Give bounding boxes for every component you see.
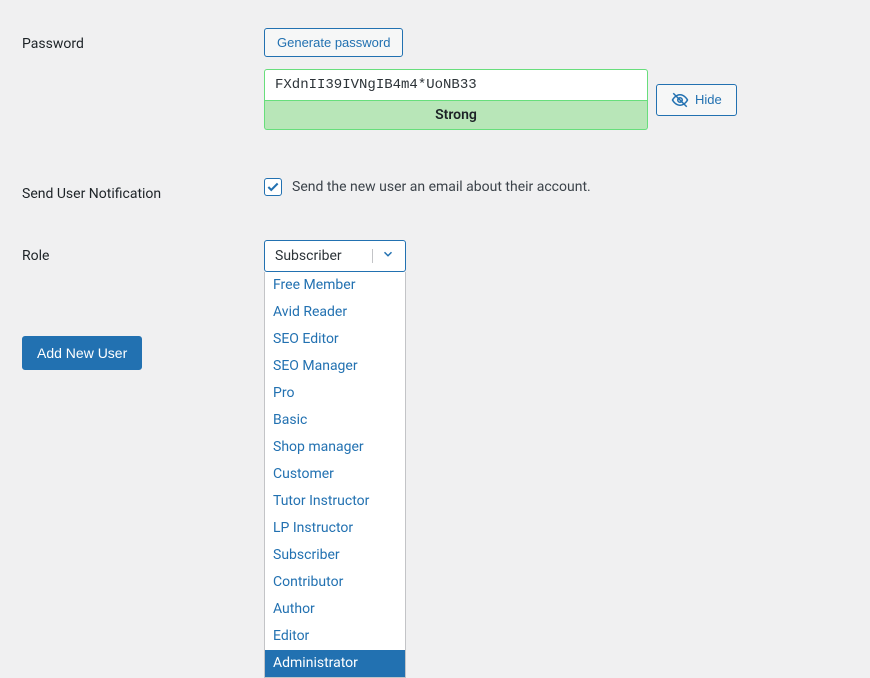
notification-checkbox[interactable] xyxy=(264,178,282,196)
role-option[interactable]: SEO Manager xyxy=(265,353,405,380)
generate-password-button[interactable]: Generate password xyxy=(264,28,403,57)
role-field: Subscriber xyxy=(264,240,870,272)
eye-slash-icon xyxy=(671,91,689,109)
role-option[interactable]: SEO Editor xyxy=(265,326,405,353)
role-option[interactable]: Editor xyxy=(265,623,405,650)
role-option[interactable]: Avid Reader xyxy=(265,299,405,326)
notification-label: Send User Notification xyxy=(22,178,264,202)
notification-field: Send the new user an email about their a… xyxy=(264,178,870,196)
chevron-down-icon xyxy=(381,247,395,265)
role-select[interactable]: Subscriber xyxy=(264,240,406,272)
role-option[interactable]: Basic xyxy=(265,407,405,434)
role-option[interactable]: Customer xyxy=(265,461,405,488)
add-new-user-button[interactable]: Add New User xyxy=(22,336,142,370)
role-option[interactable]: Subscriber xyxy=(265,542,405,569)
password-label: Password xyxy=(22,28,264,52)
password-input[interactable] xyxy=(264,69,648,101)
role-option[interactable]: Free Member xyxy=(265,272,405,299)
role-option[interactable]: Shop manager xyxy=(265,434,405,461)
password-input-wrap: Strong Hide xyxy=(264,69,870,130)
password-block: Strong xyxy=(264,69,648,130)
notification-checkbox-wrap: Send the new user an email about their a… xyxy=(264,178,870,196)
password-row: Password Generate password Strong Hide xyxy=(22,28,870,130)
role-dropdown: Free MemberAvid ReaderSEO EditorSEO Mana… xyxy=(264,272,406,678)
hide-button-label: Hide xyxy=(695,92,722,107)
password-strength-meter: Strong xyxy=(264,101,648,130)
notification-row: Send User Notification Send the new user… xyxy=(22,178,870,202)
role-option[interactable]: Contributor xyxy=(265,569,405,596)
role-option[interactable]: Administrator xyxy=(265,650,405,677)
hide-password-button[interactable]: Hide xyxy=(656,84,737,116)
role-option[interactable]: Tutor Instructor xyxy=(265,488,405,515)
role-selected-value: Subscriber xyxy=(275,248,342,264)
role-option[interactable]: LP Instructor xyxy=(265,515,405,542)
password-field: Generate password Strong Hide xyxy=(264,28,870,130)
role-label: Role xyxy=(22,240,264,264)
role-option[interactable]: Author xyxy=(265,596,405,623)
role-option[interactable]: Pro xyxy=(265,380,405,407)
notification-description: Send the new user an email about their a… xyxy=(292,179,591,195)
role-row: Role Subscriber Free MemberAvid ReaderSE… xyxy=(22,240,870,272)
